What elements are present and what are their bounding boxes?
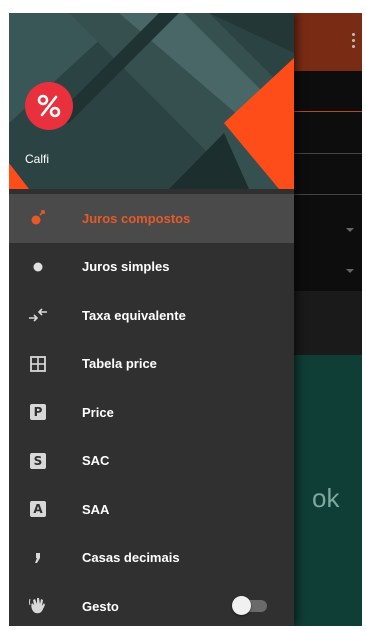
nav-label: Juros simples xyxy=(82,259,170,275)
nav-item-gesto[interactable]: Gesto xyxy=(9,582,294,626)
nav-label: Gesto xyxy=(82,598,119,614)
input-underline[interactable] xyxy=(294,111,362,112)
ok-button[interactable]: ok xyxy=(312,483,339,514)
dot-arrow-icon xyxy=(27,207,49,229)
input-underline[interactable] xyxy=(294,194,362,195)
letter-s-icon: S xyxy=(27,450,49,472)
swap-arrows-icon xyxy=(27,304,49,326)
dot-icon xyxy=(27,256,49,278)
letter-p-icon: P xyxy=(27,401,49,423)
nav-label: Taxa equivalente xyxy=(82,307,186,323)
nav-item-juros-compostos[interactable]: Juros compostos xyxy=(9,194,294,243)
app-name: Calfi xyxy=(25,152,50,166)
nav-item-casas-decimais[interactable]: Casas decimais xyxy=(9,534,294,583)
navigation-drawer: Calfi Juros compostos Juros simples Taxa… xyxy=(9,13,294,626)
dropdown-caret-icon[interactable] xyxy=(346,228,354,232)
phone-screen: ok Calfi Juros compostos Juros simples T… xyxy=(9,13,362,626)
drawer-header: Calfi xyxy=(9,13,294,189)
comma-icon xyxy=(27,547,49,569)
letter-a-icon: A xyxy=(27,498,49,520)
input-underline[interactable] xyxy=(294,153,362,154)
nav-item-sac[interactable]: S SAC xyxy=(9,437,294,486)
nav-label: Price xyxy=(82,404,114,420)
toggle-thumb xyxy=(232,596,251,615)
app-logo xyxy=(25,82,73,130)
overflow-menu-icon[interactable] xyxy=(352,33,356,51)
nav-label: SAC xyxy=(82,453,110,469)
dropdown-caret-icon[interactable] xyxy=(346,269,354,273)
nav-label: SAA xyxy=(82,501,110,517)
nav-menu: Juros compostos Juros simples Taxa equiv… xyxy=(9,194,294,626)
gesto-toggle[interactable] xyxy=(232,596,267,615)
nav-item-juros-simples[interactable]: Juros simples xyxy=(9,243,294,292)
table-icon xyxy=(27,353,49,375)
nav-label: Juros compostos xyxy=(82,210,191,226)
nav-label: Casas decimais xyxy=(82,550,180,566)
nav-item-saa[interactable]: A SAA xyxy=(9,485,294,534)
hand-wave-icon xyxy=(27,595,49,617)
nav-item-tabela-price[interactable]: Tabela price xyxy=(9,340,294,389)
percent-icon xyxy=(37,94,61,118)
nav-label: Tabela price xyxy=(82,356,157,372)
nav-item-taxa-equivalente[interactable]: Taxa equivalente xyxy=(9,291,294,340)
nav-item-price[interactable]: P Price xyxy=(9,388,294,437)
